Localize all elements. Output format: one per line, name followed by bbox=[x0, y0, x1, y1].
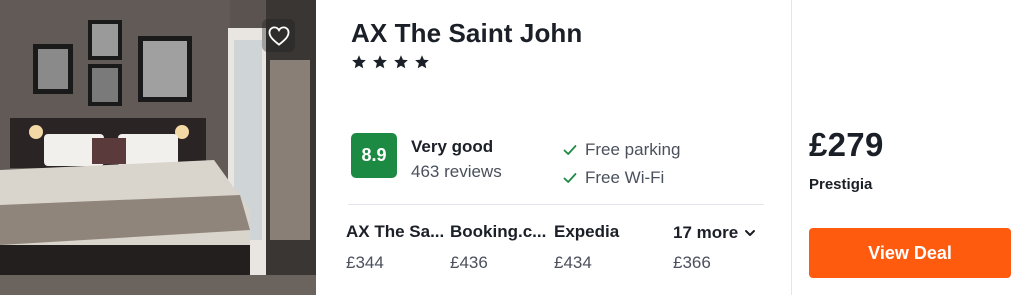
provider-name: AX The Sa... bbox=[346, 222, 445, 241]
heart-icon bbox=[268, 25, 289, 46]
provider-name: Expedia bbox=[554, 222, 620, 241]
best-price: £279 bbox=[809, 126, 884, 163]
star-icon bbox=[415, 55, 429, 69]
amenity-free-parking: Free parking bbox=[563, 140, 680, 160]
rating-score-badge: 8.9 bbox=[351, 133, 397, 178]
check-icon bbox=[563, 145, 577, 155]
star-icon bbox=[394, 55, 408, 69]
more-deals-toggle[interactable]: 17 more £366 bbox=[673, 222, 756, 273]
divider bbox=[348, 204, 764, 205]
favorite-button[interactable] bbox=[262, 19, 295, 52]
more-deals-price: £366 bbox=[673, 253, 711, 272]
review-count[interactable]: 463 reviews bbox=[411, 162, 502, 182]
check-icon bbox=[563, 173, 577, 183]
star-icon bbox=[352, 55, 366, 69]
provider-deal-booking[interactable]: Booking.c... £436 bbox=[450, 222, 546, 273]
chevron-down-icon bbox=[745, 230, 756, 236]
more-deals-label: 17 more bbox=[673, 222, 756, 244]
column-divider bbox=[791, 0, 792, 295]
amenity-free-wifi: Free Wi-Fi bbox=[563, 168, 664, 188]
best-price-provider: Prestigia bbox=[809, 176, 873, 193]
hotel-result-card: AX The Saint John 8.9 Very good 463 revi… bbox=[0, 0, 1024, 295]
more-deals-text: 17 more bbox=[673, 223, 739, 242]
amenity-label: Free Wi-Fi bbox=[585, 168, 665, 187]
star-icon bbox=[373, 55, 387, 69]
provider-price: £436 bbox=[450, 253, 488, 272]
view-deal-button[interactable]: View Deal bbox=[809, 228, 1011, 278]
hotel-name[interactable]: AX The Saint John bbox=[351, 18, 582, 49]
provider-deal-ax[interactable]: AX The Sa... £344 bbox=[346, 222, 444, 273]
provider-price: £344 bbox=[346, 253, 384, 272]
hotel-photo[interactable] bbox=[0, 0, 316, 295]
amenity-label: Free parking bbox=[585, 140, 681, 159]
provider-deal-expedia[interactable]: Expedia £434 bbox=[554, 222, 619, 273]
provider-price: £434 bbox=[554, 253, 592, 272]
rating-label: Very good bbox=[411, 137, 494, 156]
provider-name: Booking.c... bbox=[450, 222, 547, 241]
star-rating bbox=[351, 54, 430, 70]
